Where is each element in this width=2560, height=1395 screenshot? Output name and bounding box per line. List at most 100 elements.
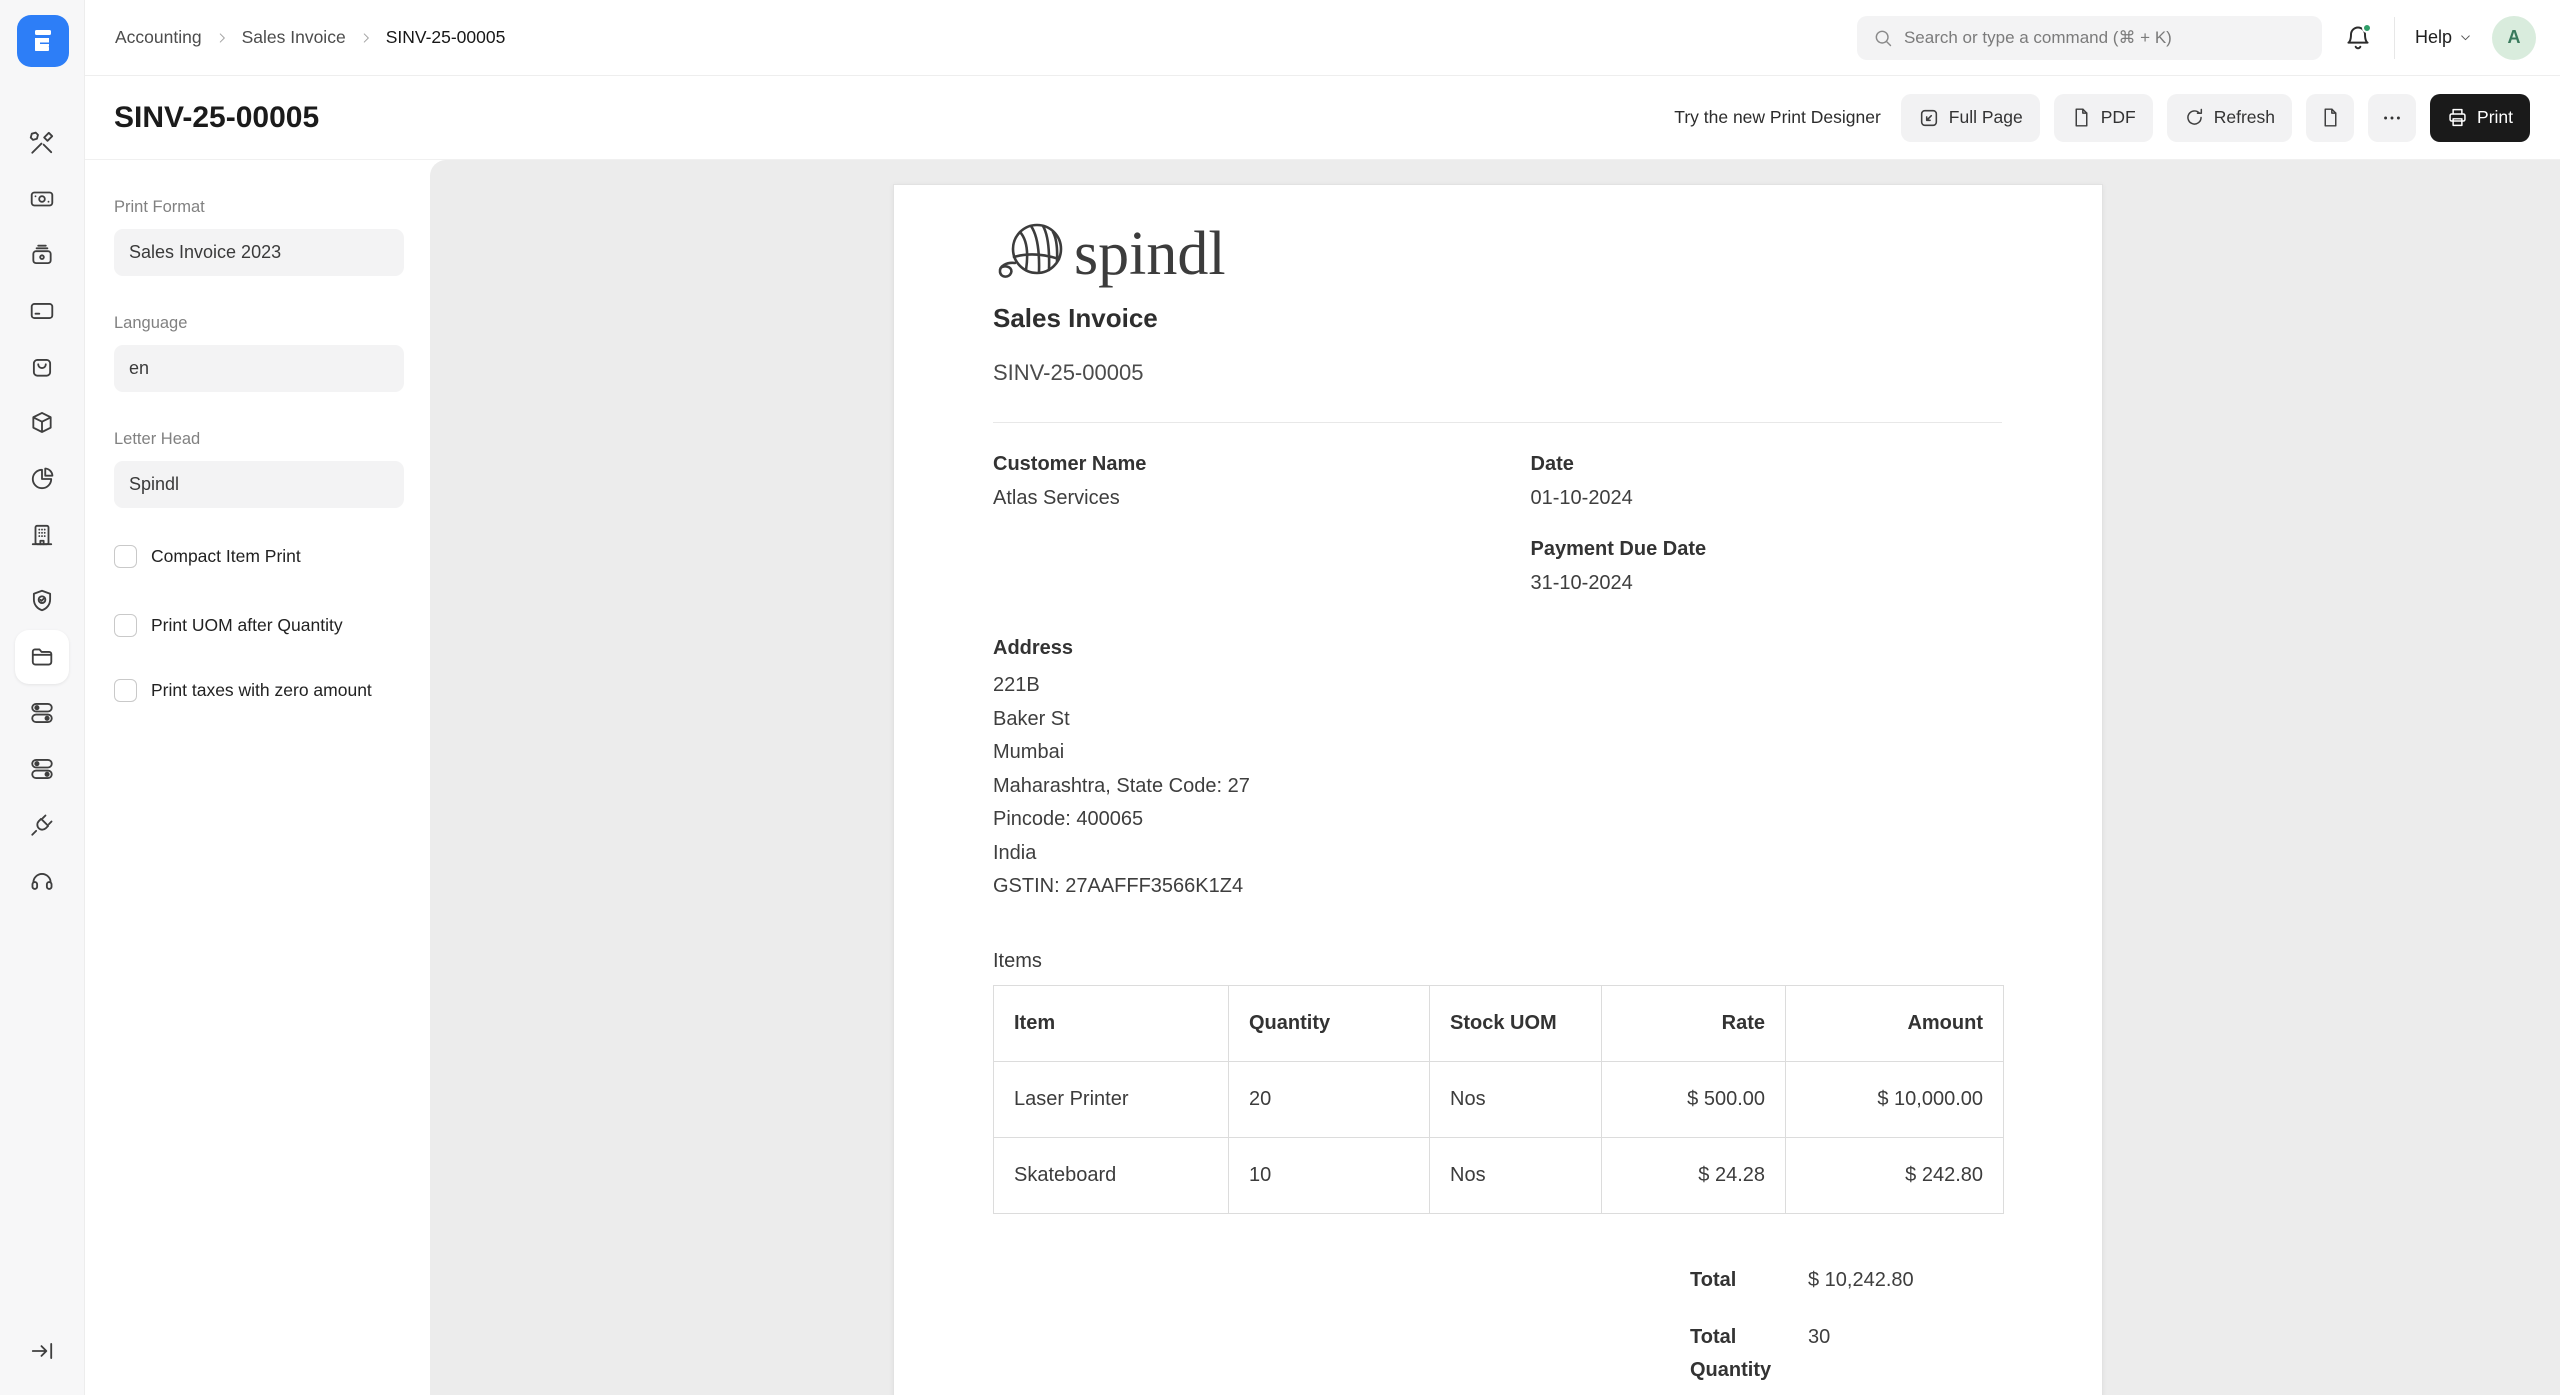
items-section-label: Items <box>993 950 2002 973</box>
folder-icon <box>29 644 55 670</box>
search-input[interactable]: Search or type a command (⌘ + K) <box>1857 16 2322 60</box>
print-uom-label: Print UOM after Quantity <box>151 613 343 638</box>
refresh-button[interactable]: Refresh <box>2167 94 2292 142</box>
col-quantity: Quantity <box>1229 985 1430 1061</box>
print-uom-checkbox[interactable] <box>114 614 137 637</box>
invoice-doc-no: SINV-25-00005 <box>993 360 2002 386</box>
compact-item-print-row: Compact Item Print <box>114 544 409 569</box>
sidebar-item-integrations[interactable] <box>15 798 69 852</box>
language-select[interactable]: en <box>114 345 404 392</box>
item-qty: 10 <box>1229 1137 1430 1213</box>
col-item: Item <box>994 985 1229 1061</box>
page-title: SINV-25-00005 <box>114 101 319 135</box>
refresh-label: Refresh <box>2214 107 2275 128</box>
payment-due-date-value: 31-10-2024 <box>1531 572 2003 595</box>
sidebar-item-money[interactable] <box>15 172 69 226</box>
full-page-icon <box>1918 107 1940 129</box>
pdf-button[interactable]: PDF <box>2054 94 2153 142</box>
sidebar-item-selling[interactable] <box>15 340 69 394</box>
notification-dot <box>2362 23 2372 33</box>
print-button[interactable]: Print <box>2430 94 2530 142</box>
sidebar-item-buying[interactable] <box>15 228 69 282</box>
compact-item-print-checkbox[interactable] <box>114 545 137 568</box>
refresh-icon <box>2184 107 2205 128</box>
item-rate: $ 24.28 <box>1602 1137 1786 1213</box>
sidebar-item-settings[interactable] <box>15 686 69 740</box>
letter-head-value: Spindl <box>129 474 179 495</box>
sidebar-item-files[interactable] <box>15 630 69 684</box>
sidebar-item-tools[interactable] <box>15 116 69 170</box>
avatar-initial: A <box>2508 27 2521 48</box>
pdf-label: PDF <box>2101 107 2136 128</box>
col-amount: Amount <box>1786 985 2004 1061</box>
breadcrumb-sales-invoice[interactable]: Sales Invoice <box>242 27 346 48</box>
total-quantity-value: 30 <box>1808 1321 2002 1387</box>
language-label: Language <box>114 314 430 333</box>
sidebar-item-quality[interactable] <box>15 574 69 628</box>
full-page-label: Full Page <box>1949 107 2023 128</box>
invoice-divider <box>993 422 2002 423</box>
sidebar-item-analytics[interactable] <box>15 452 69 506</box>
chevron-right-icon <box>359 31 373 45</box>
help-menu[interactable]: Help <box>2415 27 2472 48</box>
print-options-panel: Print Format Sales Invoice 2023 Language… <box>85 160 430 1395</box>
compact-item-print-label: Compact Item Print <box>151 544 301 569</box>
icon-sidebar <box>0 0 85 1395</box>
full-page-button[interactable]: Full Page <box>1901 94 2040 142</box>
banknote-icon <box>29 186 55 212</box>
invoice-paper: spindl Sales Invoice SINV-25-00005 Custo… <box>893 184 2103 1395</box>
item-uom: Nos <box>1430 1137 1602 1213</box>
letterhead: spindl <box>993 219 2002 283</box>
item-rate: $ 500.00 <box>1602 1061 1786 1137</box>
print-zero-taxes-checkbox[interactable] <box>114 679 137 702</box>
item-name: Laser Printer <box>994 1061 1229 1137</box>
more-options-button[interactable] <box>2368 94 2416 142</box>
top-navbar: Accounting Sales Invoice SINV-25-00005 S… <box>85 0 2560 76</box>
workspace: Print Format Sales Invoice 2023 Language… <box>85 160 2560 1395</box>
yarn-ball-logo-icon <box>993 219 1065 283</box>
address-line: Baker St <box>993 703 2002 737</box>
items-header-row: Item Quantity Stock UOM Rate Amount <box>994 985 2004 1061</box>
collapse-sidebar-button[interactable] <box>22 1331 62 1371</box>
headset-icon <box>29 868 55 894</box>
sidebar-item-stock[interactable] <box>15 396 69 450</box>
erpnext-logo[interactable] <box>17 15 69 67</box>
breadcrumb: Accounting Sales Invoice SINV-25-00005 <box>115 27 505 48</box>
address-line: Pincode: 400065 <box>993 803 2002 837</box>
tools-icon <box>29 130 55 156</box>
sidebar-item-payments[interactable] <box>15 284 69 338</box>
sidebar-item-support[interactable] <box>15 854 69 908</box>
switches-icon-2 <box>29 756 55 782</box>
date-value: 01-10-2024 <box>1531 487 2003 510</box>
breadcrumb-accounting[interactable]: Accounting <box>115 27 202 48</box>
try-print-designer-link[interactable]: Try the new Print Designer <box>1674 107 1881 128</box>
sidebar-nav <box>0 116 84 910</box>
avatar[interactable]: A <box>2492 16 2536 60</box>
date-label: Date <box>1531 453 2003 476</box>
new-document-button[interactable] <box>2306 94 2354 142</box>
address-label: Address <box>993 637 2002 660</box>
breadcrumb-current: SINV-25-00005 <box>386 27 506 48</box>
print-format-value: Sales Invoice 2023 <box>129 242 281 263</box>
letter-head-select[interactable]: Spindl <box>114 461 404 508</box>
totals-block: Total $ 10,242.80 Total Quantity 30 <box>1690 1264 2002 1387</box>
erpnext-logo-icon <box>26 24 60 58</box>
print-format-select[interactable]: Sales Invoice 2023 <box>114 229 404 276</box>
letter-head-label: Letter Head <box>114 430 430 449</box>
shield-check-icon <box>29 588 55 614</box>
plug-icon <box>29 812 55 838</box>
sidebar-item-automation[interactable] <box>15 742 69 796</box>
print-preview-area: spindl Sales Invoice SINV-25-00005 Custo… <box>430 160 2560 1395</box>
print-zero-taxes-label: Print taxes with zero amount <box>151 678 372 703</box>
item-amount: $ 10,000.00 <box>1786 1061 2004 1137</box>
invoice-meta: Customer Name Atlas Services Date 01-10-… <box>993 453 2002 595</box>
total-label: Total <box>1690 1264 1808 1297</box>
sidebar-item-organization[interactable] <box>15 508 69 562</box>
print-label: Print <box>2477 107 2513 128</box>
item-qty: 20 <box>1229 1061 1430 1137</box>
notifications-button[interactable] <box>2342 22 2374 54</box>
app-window: Accounting Sales Invoice SINV-25-00005 S… <box>0 0 2560 1395</box>
address-line: India <box>993 837 2002 871</box>
col-rate: Rate <box>1602 985 1786 1061</box>
address-line: GSTIN: 27AAFFF3566K1Z4 <box>993 870 2002 904</box>
